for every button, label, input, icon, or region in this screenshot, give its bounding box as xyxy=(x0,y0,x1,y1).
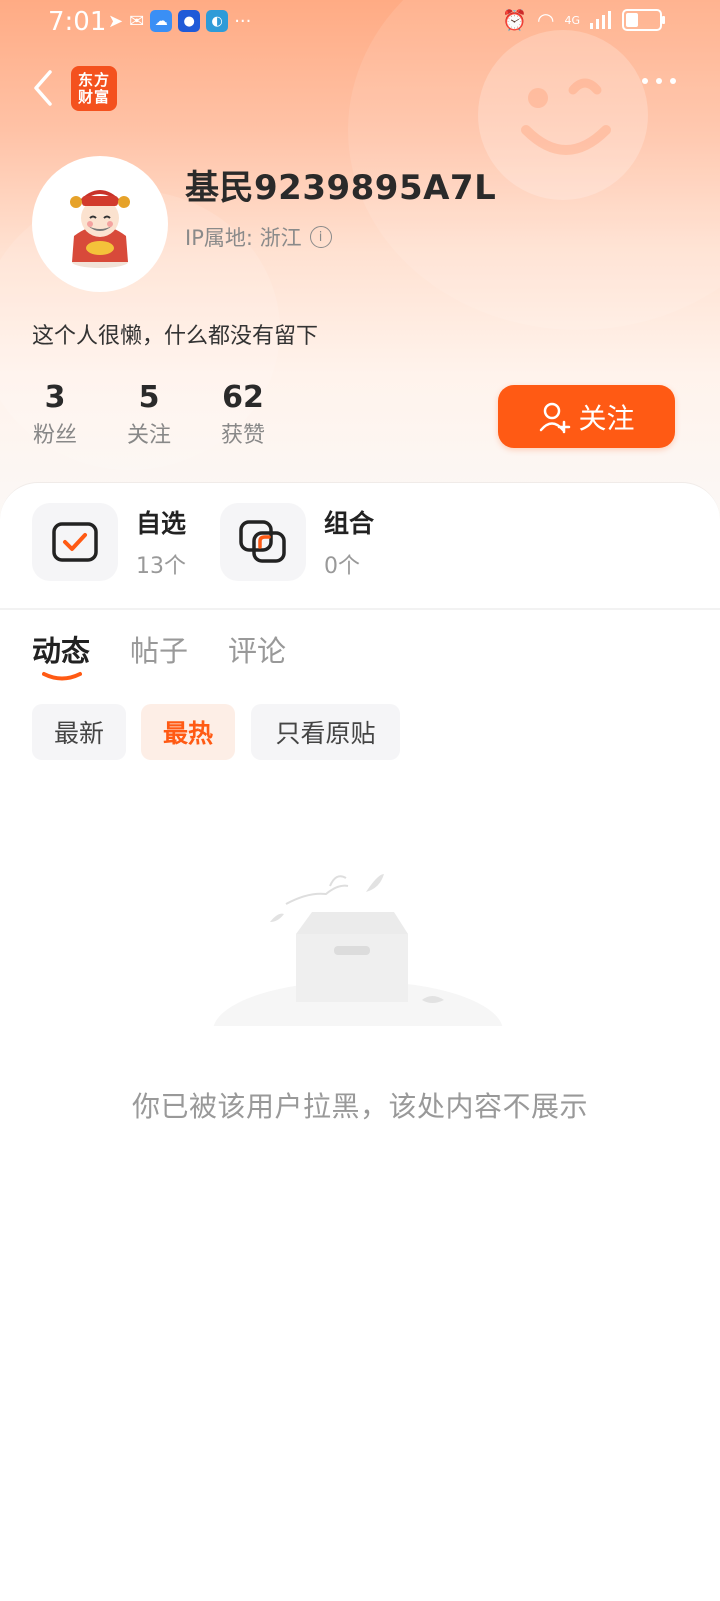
username: 基民9239895A7L xyxy=(185,168,497,208)
wifi-icon: ◠ xyxy=(537,8,555,32)
signal-icon xyxy=(590,11,611,29)
filter-original-only[interactable]: 只看原贴 xyxy=(251,704,400,760)
collection-title: 组合 xyxy=(324,509,375,538)
tab-activity[interactable]: 动态 xyxy=(32,628,90,670)
status-time: 7:01 xyxy=(48,7,107,37)
status-bar: 7:01 ➤ ✉ ☁ ● ◐ ··· ⏰ ◠ 4G xyxy=(0,0,720,48)
wechat-icon: ✉ xyxy=(129,10,145,32)
stat-label: 获赞 xyxy=(220,423,265,448)
more-notifications: ··· xyxy=(234,10,252,32)
cloud-app-icon: ☁ xyxy=(150,10,173,32)
logo-line-1: 东方 xyxy=(77,70,110,89)
portfolio-icon-box xyxy=(220,503,306,581)
ip-location: IP属地: 浙江 i xyxy=(185,222,332,252)
checkbox-icon xyxy=(52,522,98,562)
god-of-wealth-avatar-icon xyxy=(70,190,130,268)
avatar[interactable] xyxy=(32,156,168,292)
app-logo[interactable]: 东方 财富 xyxy=(71,66,117,111)
content-card xyxy=(0,482,720,1601)
empty-state-message: 你已被该用户拉黑，该处内容不展示 xyxy=(131,1090,588,1123)
add-user-icon xyxy=(540,402,571,433)
collection-title: 自选 xyxy=(136,509,187,538)
tab-comments[interactable]: 评论 xyxy=(228,628,286,670)
follow-button-label: 关注 xyxy=(578,401,635,435)
stat-following[interactable]: 5 关注 xyxy=(124,380,174,449)
bulb-app-icon: ● xyxy=(178,10,201,32)
stat-value: 5 xyxy=(138,380,160,415)
collection-count: 0个 xyxy=(324,554,360,579)
info-icon[interactable]: i xyxy=(309,226,332,248)
empty-box-icon xyxy=(208,874,508,1036)
collection-portfolio[interactable]: 组合 0个 xyxy=(220,503,374,581)
filter-hottest[interactable]: 最热 xyxy=(141,704,235,760)
send-icon: ➤ xyxy=(108,10,124,32)
smile-decoration-icon xyxy=(521,78,611,155)
ip-location-label: IP属地: 浙江 xyxy=(185,226,302,250)
stat-value: 62 xyxy=(222,380,264,415)
network-type: 4G xyxy=(564,13,580,27)
battery-icon xyxy=(622,9,665,31)
stat-label: 粉丝 xyxy=(32,423,77,448)
stat-value: 3 xyxy=(44,380,66,415)
checkbox-icon-box xyxy=(32,503,118,581)
alarm-icon: ⏰ xyxy=(502,8,528,32)
collection-watchlist[interactable]: 自选 13个 xyxy=(32,503,186,581)
portfolio-icon xyxy=(239,520,286,563)
stat-label: 关注 xyxy=(126,423,171,448)
follow-button[interactable]: 关注 xyxy=(498,385,675,448)
status-indicators: ⏰ ◠ 4G xyxy=(502,8,665,32)
section-divider xyxy=(0,608,720,610)
status-app-icons: ➤ ✉ ☁ ● ◐ ··· xyxy=(108,10,251,32)
stat-fans[interactable]: 3 粉丝 xyxy=(30,380,80,449)
browser-app-icon: ◐ xyxy=(206,10,229,32)
stat-likes[interactable]: 62 获赞 xyxy=(218,380,268,449)
bio-text: 这个人很懒，什么都没有留下 xyxy=(32,324,319,349)
filter-latest[interactable]: 最新 xyxy=(32,704,126,760)
collection-count: 13个 xyxy=(136,554,186,579)
logo-line-2: 财富 xyxy=(77,87,110,106)
back-arrow-icon[interactable] xyxy=(28,66,68,110)
active-tab-indicator xyxy=(42,672,82,681)
more-options-icon[interactable] xyxy=(642,78,676,84)
tab-posts[interactable]: 帖子 xyxy=(130,628,188,670)
